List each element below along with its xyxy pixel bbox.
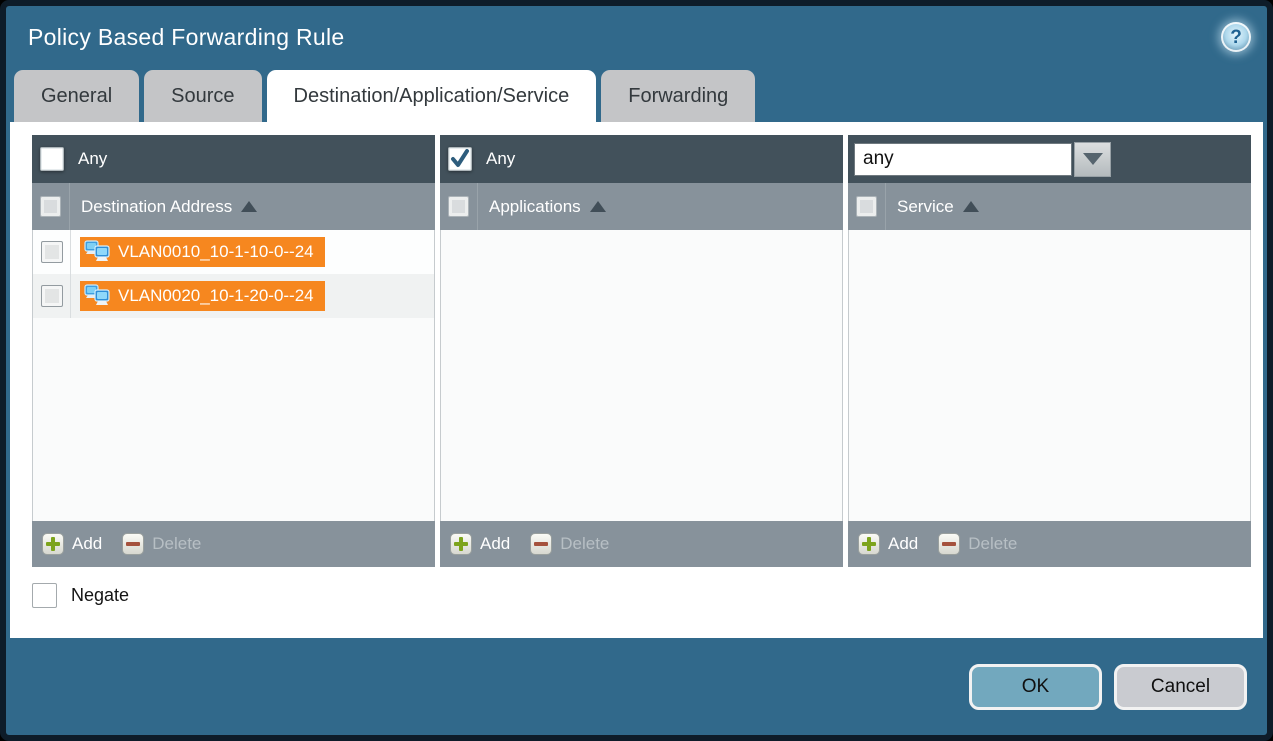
service-list xyxy=(848,230,1251,521)
plus-icon xyxy=(450,533,472,555)
negate-row: Negate xyxy=(32,583,1251,608)
address-object-label: VLAN0020_10-1-20-0--24 xyxy=(118,286,314,306)
service-dropdown-button[interactable] xyxy=(1074,142,1111,177)
service-column-header[interactable]: Service xyxy=(897,197,954,217)
tab-forwarding[interactable]: Forwarding xyxy=(601,70,755,122)
delete-button-label: Delete xyxy=(152,534,201,554)
check-icon xyxy=(450,149,470,169)
minus-icon xyxy=(938,533,960,555)
ok-button[interactable]: OK xyxy=(969,664,1102,710)
plus-icon xyxy=(858,533,880,555)
address-object-icon xyxy=(84,284,111,308)
tab-destination-application-service[interactable]: Destination/Application/Service xyxy=(267,70,597,122)
tab-content-panel: Any Destination Address xyxy=(10,122,1263,638)
sort-ascending-icon[interactable] xyxy=(590,201,606,212)
delete-button[interactable]: Delete xyxy=(938,533,1017,555)
service-any-bar: any xyxy=(848,135,1251,183)
minus-icon xyxy=(122,533,144,555)
plus-icon xyxy=(42,533,64,555)
table-row[interactable]: VLAN0020_10-1-20-0--24 xyxy=(33,274,434,318)
destination-toolbar: Add Delete xyxy=(32,521,435,567)
delete-button-label: Delete xyxy=(560,534,609,554)
table-row[interactable]: VLAN0010_10-1-10-0--24 xyxy=(33,230,434,274)
tab-general[interactable]: General xyxy=(14,70,139,122)
address-object-chip[interactable]: VLAN0020_10-1-20-0--24 xyxy=(80,281,325,311)
row-checkbox-gutter xyxy=(33,274,71,318)
chevron-down-icon xyxy=(1083,153,1103,165)
three-column-layout: Any Destination Address xyxy=(32,135,1251,567)
row-checkbox-gutter xyxy=(33,230,71,274)
destination-header-checkbox-gutter xyxy=(32,183,70,230)
applications-column: Any Applications Add xyxy=(440,135,843,567)
address-object-label: VLAN0010_10-1-10-0--24 xyxy=(118,242,314,262)
row-checkbox[interactable] xyxy=(41,241,63,263)
add-button[interactable]: Add xyxy=(858,533,918,555)
applications-select-all-checkbox[interactable] xyxy=(448,196,469,217)
service-toolbar: Add Delete xyxy=(848,521,1251,567)
delete-button-label: Delete xyxy=(968,534,1017,554)
destination-select-all-checkbox[interactable] xyxy=(40,196,61,217)
service-header-row: Service xyxy=(848,183,1251,230)
question-mark-glyph: ? xyxy=(1230,28,1242,47)
applications-header-checkbox-gutter xyxy=(440,183,478,230)
destination-address-column: Any Destination Address xyxy=(32,135,435,567)
add-button-label: Add xyxy=(888,534,918,554)
add-button-label: Add xyxy=(72,534,102,554)
dialog-titlebar: Policy Based Forwarding Rule ? xyxy=(6,6,1267,68)
add-button[interactable]: Add xyxy=(450,533,510,555)
destination-column-header[interactable]: Destination Address xyxy=(81,197,232,217)
service-dropdown: any xyxy=(854,142,1111,177)
applications-header-row: Applications xyxy=(440,183,843,230)
service-dropdown-value[interactable]: any xyxy=(854,143,1072,176)
applications-any-checkbox[interactable] xyxy=(448,147,472,171)
applications-list xyxy=(440,230,843,521)
negate-checkbox[interactable] xyxy=(32,583,57,608)
delete-button[interactable]: Delete xyxy=(530,533,609,555)
add-button[interactable]: Add xyxy=(42,533,102,555)
dialog-footer: OK Cancel xyxy=(6,638,1267,735)
tab-bar: General Source Destination/Application/S… xyxy=(6,68,1267,122)
tab-source[interactable]: Source xyxy=(144,70,261,122)
dialog-title: Policy Based Forwarding Rule xyxy=(28,24,1221,51)
negate-label: Negate xyxy=(71,585,129,606)
sort-ascending-icon[interactable] xyxy=(241,201,257,212)
service-header-checkbox-gutter xyxy=(848,183,886,230)
sort-ascending-icon[interactable] xyxy=(963,201,979,212)
applications-column-header[interactable]: Applications xyxy=(489,197,581,217)
address-object-chip[interactable]: VLAN0010_10-1-10-0--24 xyxy=(80,237,325,267)
destination-header-row: Destination Address xyxy=(32,183,435,230)
help-icon[interactable]: ? xyxy=(1221,22,1251,52)
service-column: any Service xyxy=(848,135,1251,567)
cancel-button[interactable]: Cancel xyxy=(1114,664,1247,710)
destination-any-label: Any xyxy=(78,149,107,169)
minus-icon xyxy=(530,533,552,555)
applications-toolbar: Add Delete xyxy=(440,521,843,567)
policy-based-forwarding-rule-dialog: Policy Based Forwarding Rule ? General S… xyxy=(0,0,1273,741)
service-select-all-checkbox[interactable] xyxy=(856,196,877,217)
delete-button[interactable]: Delete xyxy=(122,533,201,555)
destination-any-checkbox[interactable] xyxy=(40,147,64,171)
applications-any-bar: Any xyxy=(440,135,843,183)
destination-any-bar: Any xyxy=(32,135,435,183)
applications-any-label: Any xyxy=(486,149,515,169)
address-object-icon xyxy=(84,240,111,264)
add-button-label: Add xyxy=(480,534,510,554)
row-checkbox[interactable] xyxy=(41,285,63,307)
destination-list: VLAN0010_10-1-10-0--24 xyxy=(32,230,435,521)
